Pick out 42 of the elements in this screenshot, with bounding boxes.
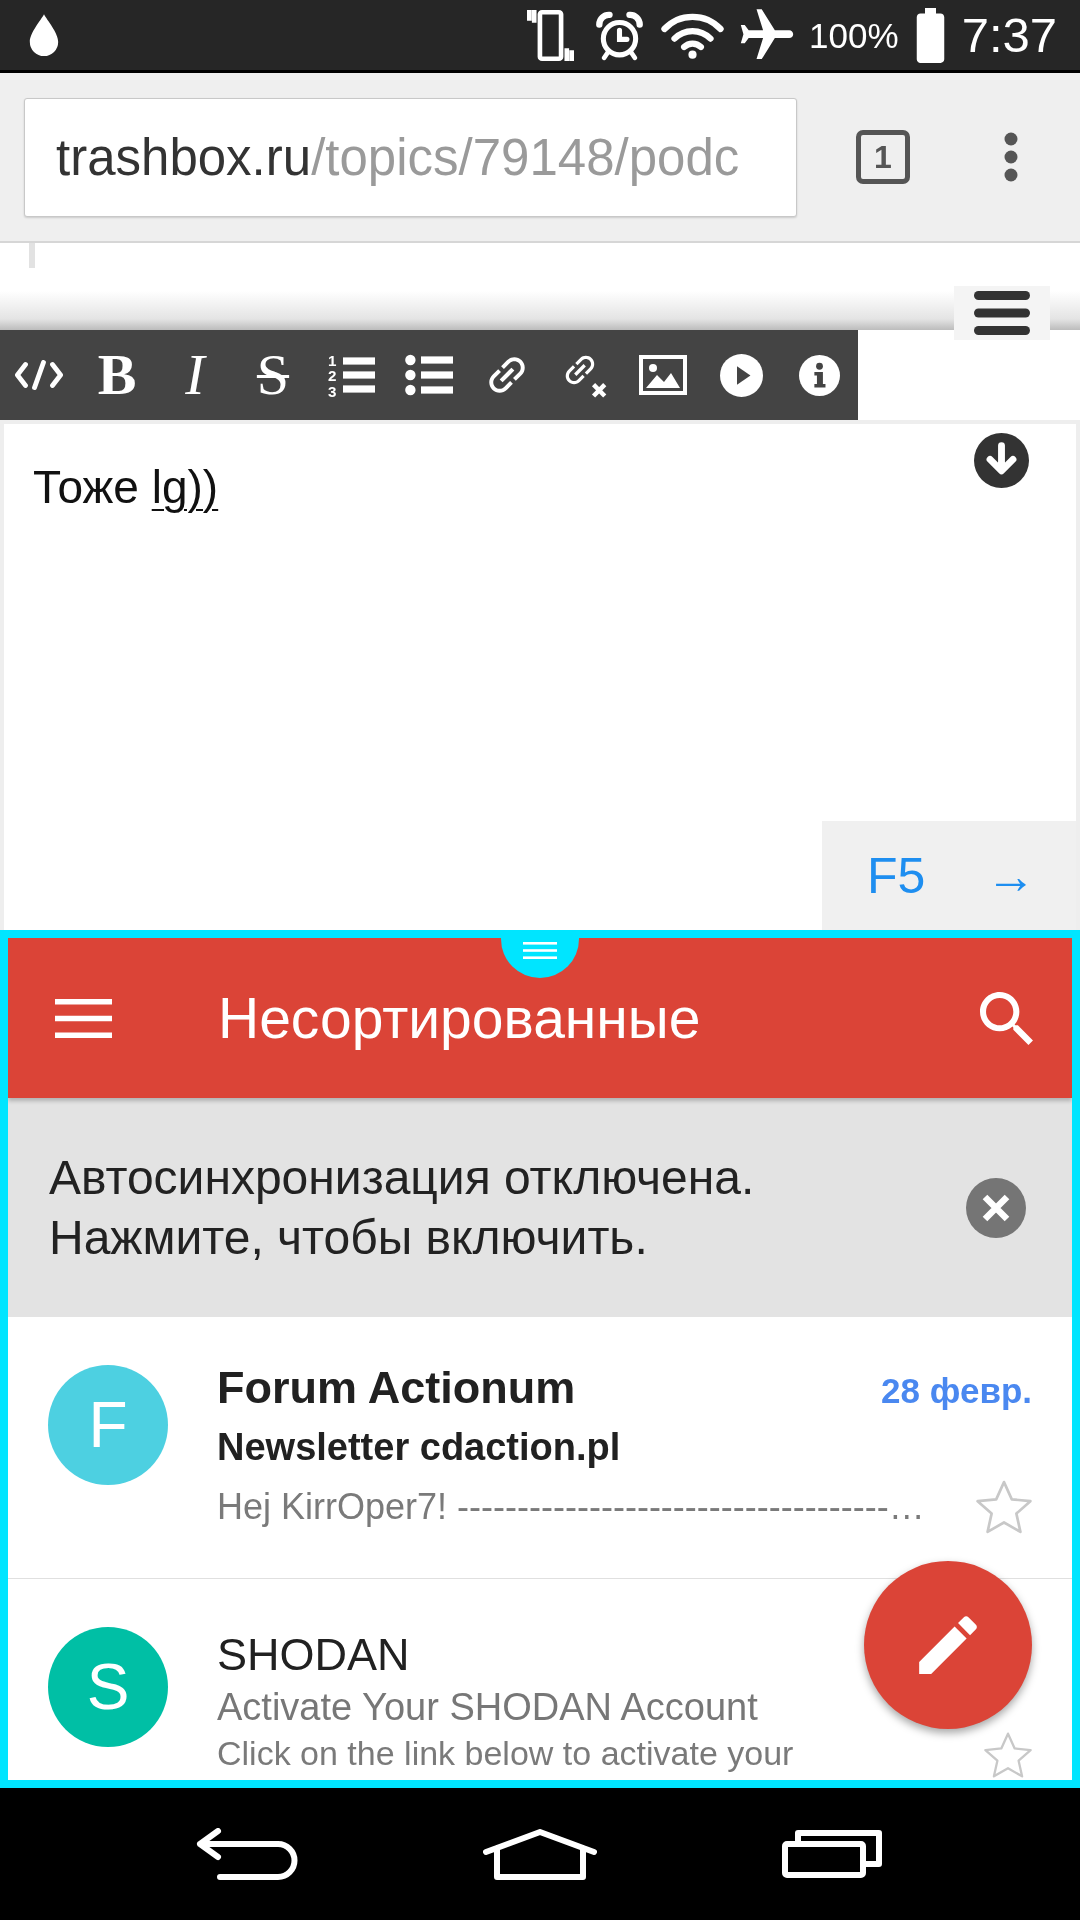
message-subject: Activate Your SHODAN Account: [217, 1685, 758, 1730]
wifi-icon: [660, 11, 726, 59]
italic-button[interactable]: I: [185, 346, 205, 404]
message-date: 28 февр.: [881, 1370, 1032, 1412]
sender-avatar: S: [48, 1627, 168, 1747]
grip-icon: [523, 942, 557, 959]
star-icon[interactable]: [976, 1479, 1032, 1535]
star-icon[interactable]: [984, 1731, 1032, 1779]
code-icon[interactable]: [15, 360, 63, 390]
search-icon[interactable]: [980, 991, 1033, 1045]
tab-switcher-button[interactable]: 1: [856, 130, 910, 184]
info-icon[interactable]: [798, 354, 840, 396]
strikethrough-button[interactable]: S: [256, 346, 290, 404]
bold-button[interactable]: B: [97, 346, 137, 404]
sender-avatar: F: [48, 1365, 168, 1485]
home-icon[interactable]: [483, 1828, 597, 1880]
play-icon[interactable]: [719, 353, 763, 397]
sync-message: Автосинхронизация отключена. Нажмите, чтобы включить.: [49, 1149, 755, 1266]
editor-field[interactable]: Тоже lg)) F5 →: [0, 420, 1080, 930]
sender-name: Forum Actionum: [217, 1361, 576, 1415]
download-icon[interactable]: [974, 433, 1029, 488]
message-snippet: Click on the link below to activate your: [217, 1733, 794, 1774]
editor-text: Тоже lg)): [33, 460, 219, 515]
bullet-list-icon[interactable]: [405, 354, 453, 396]
back-icon[interactable]: [196, 1828, 300, 1880]
clock-time: 7:37: [961, 10, 1057, 60]
image-icon[interactable]: [639, 355, 687, 395]
drop-icon: [27, 13, 61, 57]
email-row[interactable]: S SHODAN Activate Your SHODAN Account Click on the link below to activate your: [8, 1578, 1072, 1780]
message-snippet: Hej KirrOper7! ------------------------------------…: [217, 1486, 925, 1528]
message-subject: Newsletter cdaction.pl: [217, 1425, 621, 1470]
close-icon[interactable]: [966, 1177, 1026, 1238]
page-menu-button[interactable]: [954, 286, 1050, 340]
pencil-icon: [919, 1616, 977, 1674]
battery-percent: 100%: [809, 17, 899, 53]
menu-icon[interactable]: [55, 998, 112, 1038]
sync-banner[interactable]: Автосинхронизация отключена. Нажмите, чтобы включить.: [8, 1098, 1072, 1317]
address-field[interactable]: trashbox.ru/topics/79148/podc: [24, 97, 797, 217]
more-icon[interactable]: [1003, 132, 1019, 182]
recent-apps-icon[interactable]: [782, 1830, 882, 1878]
sender-name: SHODAN: [217, 1628, 410, 1682]
menu-icon: [974, 291, 1030, 335]
